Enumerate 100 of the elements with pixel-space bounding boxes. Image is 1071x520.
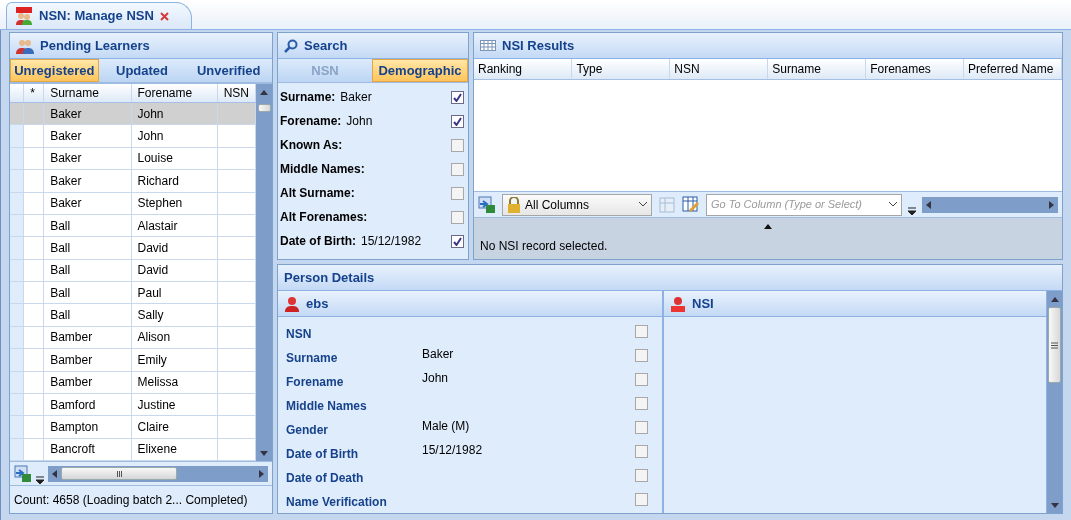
chevron-down-icon[interactable] [639, 202, 647, 207]
expand-arrow-icon[interactable] [764, 224, 772, 229]
checkbox[interactable] [635, 396, 648, 410]
scroll-thumb[interactable] [1048, 307, 1061, 383]
column-header[interactable]: Forenames [865, 59, 964, 79]
checkbox[interactable] [451, 234, 464, 248]
field-value: Baker [340, 89, 372, 106]
column-header[interactable]: Type [571, 59, 670, 79]
export-icon[interactable] [478, 195, 496, 214]
table-cell: Alastair [131, 214, 218, 237]
people-icon [16, 37, 34, 54]
chevron-down-icon[interactable] [889, 202, 897, 207]
checkbox[interactable] [635, 372, 648, 386]
column-header[interactable]: NSN [217, 84, 256, 103]
tab[interactable]: Unregistered [10, 59, 99, 82]
table-cell: Emily [131, 348, 218, 371]
search-icon [284, 38, 298, 53]
table-cell: Baker [43, 192, 131, 215]
go-to-column-field[interactable]: Go To Column (Type or Select) [706, 193, 902, 216]
table-cell: Elixene [131, 438, 218, 461]
field-label: Known As: [280, 137, 343, 154]
document-tab[interactable]: NSN: Manage NSN [6, 2, 192, 29]
table-cell: Stephen [131, 192, 218, 215]
checkbox[interactable] [451, 162, 464, 176]
checkbox[interactable] [451, 186, 464, 200]
checkbox[interactable] [635, 492, 648, 506]
table-cell: Bamber [43, 326, 131, 349]
checkbox[interactable] [451, 138, 464, 152]
table-cell: Bampton [43, 415, 131, 439]
table-cell: Bamford [43, 393, 131, 416]
field-label: Forename [286, 374, 345, 391]
field-label: Gender [286, 422, 329, 439]
table-cell: Claire [131, 415, 218, 439]
export-icon[interactable] [14, 464, 32, 483]
checkbox[interactable] [635, 444, 648, 458]
column-header[interactable]: NSN [669, 59, 768, 79]
checkbox[interactable] [635, 468, 648, 482]
checkbox[interactable] [451, 90, 464, 104]
field-label: Date of Birth [286, 446, 359, 463]
edit-grid-icon[interactable] [682, 195, 700, 214]
table-cell: Louise [131, 147, 218, 170]
field-label: Surname: [280, 89, 336, 106]
people-icon [15, 7, 33, 25]
scroll-left-icon[interactable] [926, 200, 931, 209]
tab[interactable]: Updated [98, 59, 186, 82]
checkbox[interactable] [635, 324, 648, 338]
column-header[interactable]: Forename [131, 84, 218, 103]
checkbox[interactable] [635, 420, 648, 434]
status-text: Count: 4658 (Loading batch 2... Completed) [14, 491, 248, 509]
checkbox[interactable] [451, 210, 464, 224]
grid-icon [480, 40, 496, 51]
table-cell: Sally [131, 303, 218, 327]
tab[interactable]: Demographic [372, 59, 468, 82]
scroll-right-icon[interactable] [259, 469, 264, 478]
subpanel-title: NSI [692, 294, 714, 313]
field-label: Forename: [280, 113, 342, 130]
table-cell: Baker [43, 147, 131, 170]
chevron-down-icon[interactable] [36, 473, 44, 484]
tab-title: NSN: Manage NSN [39, 7, 154, 26]
table-cell: John [131, 124, 218, 148]
column-header[interactable]: Ranking [474, 59, 572, 79]
horizontal-scrollbar[interactable] [922, 196, 1058, 213]
scroll-left-icon[interactable] [52, 469, 57, 478]
panel-title: Pending Learners [40, 36, 150, 55]
table-cell: David [131, 259, 218, 282]
horizontal-scrollbar[interactable] [48, 465, 268, 482]
table-cell: Ball [43, 259, 131, 282]
column-header[interactable]: Preferred Name [963, 59, 1062, 79]
field-label: Surname [286, 350, 339, 367]
field-value: Male (M) [422, 418, 470, 435]
table-cell: Baker [43, 169, 131, 192]
field-value: 15/12/1982 [361, 233, 422, 250]
checkbox[interactable] [635, 348, 648, 362]
tab[interactable]: Unverified [185, 59, 272, 82]
table-cell: Justine [131, 393, 218, 416]
field-label: Name Verification [286, 494, 388, 511]
subpanel-title: ebs [306, 294, 329, 313]
column-filter-dropdown[interactable]: All Columns [502, 193, 652, 216]
column-header[interactable]: Surname [767, 59, 866, 79]
field-label: NSN [286, 326, 313, 343]
table-cell: Ball [43, 281, 131, 304]
person-icon [284, 295, 300, 312]
close-icon[interactable] [159, 11, 169, 21]
table-cell: Bamber [43, 371, 131, 394]
column-header[interactable]: Surname [43, 84, 131, 103]
field-value: John [422, 370, 449, 387]
table-cell: Melissa [131, 371, 218, 394]
chevron-down-icon[interactable] [908, 204, 916, 215]
table-cell: Ball [43, 303, 131, 327]
field-label: Alt Surname: [280, 185, 355, 202]
checkbox[interactable] [451, 114, 464, 128]
field-label: Date of Birth: [280, 233, 356, 250]
field-label: Date of Death [286, 470, 365, 487]
scroll-right-icon[interactable] [1049, 200, 1054, 209]
field-value: John [346, 113, 373, 130]
table-cell: Ball [43, 214, 131, 237]
scroll-thumb[interactable] [257, 104, 271, 112]
table-cell: Paul [131, 281, 218, 304]
field-value: Baker [422, 346, 454, 363]
column-header[interactable]: * [23, 84, 44, 103]
